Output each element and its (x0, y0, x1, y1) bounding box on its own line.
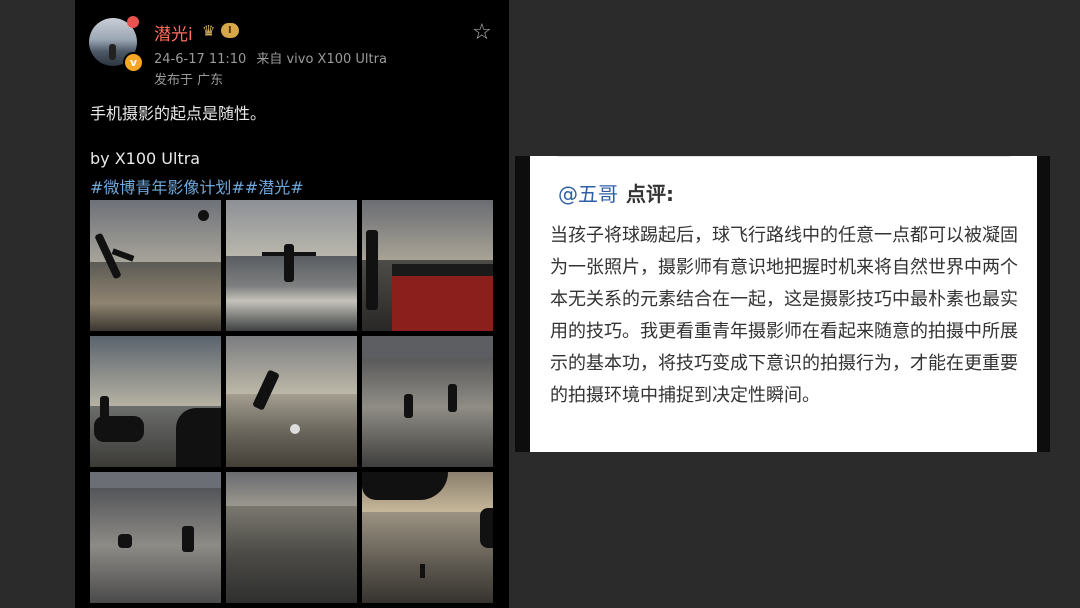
post-text: 手机摄影的起点是随性。 (90, 104, 267, 123)
post-source: 来自 vivo X100 Ultra (256, 52, 387, 67)
review-title: @五哥 点评: (558, 178, 674, 207)
post-location: 发布于 广东 (154, 73, 224, 88)
post-meta: 24-6-17 11:10 来自 vivo X100 Ultra (154, 48, 387, 67)
photo-tile[interactable] (226, 200, 357, 331)
weibo-post-panel: v 潜光i ♛ I 24-6-17 11:10 来自 vivo X100 Ultr… (75, 0, 509, 608)
photo-tile[interactable] (362, 336, 493, 467)
divider (558, 156, 1010, 157)
post-time: 24-6-17 11:10 (154, 52, 247, 67)
photo-tile[interactable] (90, 472, 221, 603)
photo-tile[interactable] (362, 472, 493, 603)
verified-badge-icon: v (123, 52, 144, 73)
crown-icon: ♛ (202, 22, 216, 40)
photo-tile[interactable] (226, 472, 357, 603)
review-card: @五哥 点评: 当孩子将球踢起后，球飞行路线中的任意一点都可以被凝固为一张照片，摄… (530, 156, 1037, 452)
notification-dot (127, 16, 139, 28)
review-body: 当孩子将球踢起后，球飞行路线中的任意一点都可以被凝固为一张照片，摄影师有意识地把… (550, 225, 1018, 406)
post-byline: by X100 Ultra (90, 149, 201, 168)
post-hashtags[interactable]: #微博青年影像计划##潜光# (90, 174, 304, 198)
review-label: 点评: (626, 182, 674, 206)
photo-tile[interactable] (362, 200, 493, 331)
star-icon[interactable]: ☆ (472, 20, 492, 45)
photo-tile[interactable] (90, 336, 221, 467)
photo-tile[interactable] (226, 336, 357, 467)
photo-tile[interactable] (90, 200, 221, 331)
level-badge: I (221, 23, 239, 38)
reviewer-name[interactable]: @五哥 (558, 182, 618, 206)
username[interactable]: 潜光i (154, 20, 193, 45)
